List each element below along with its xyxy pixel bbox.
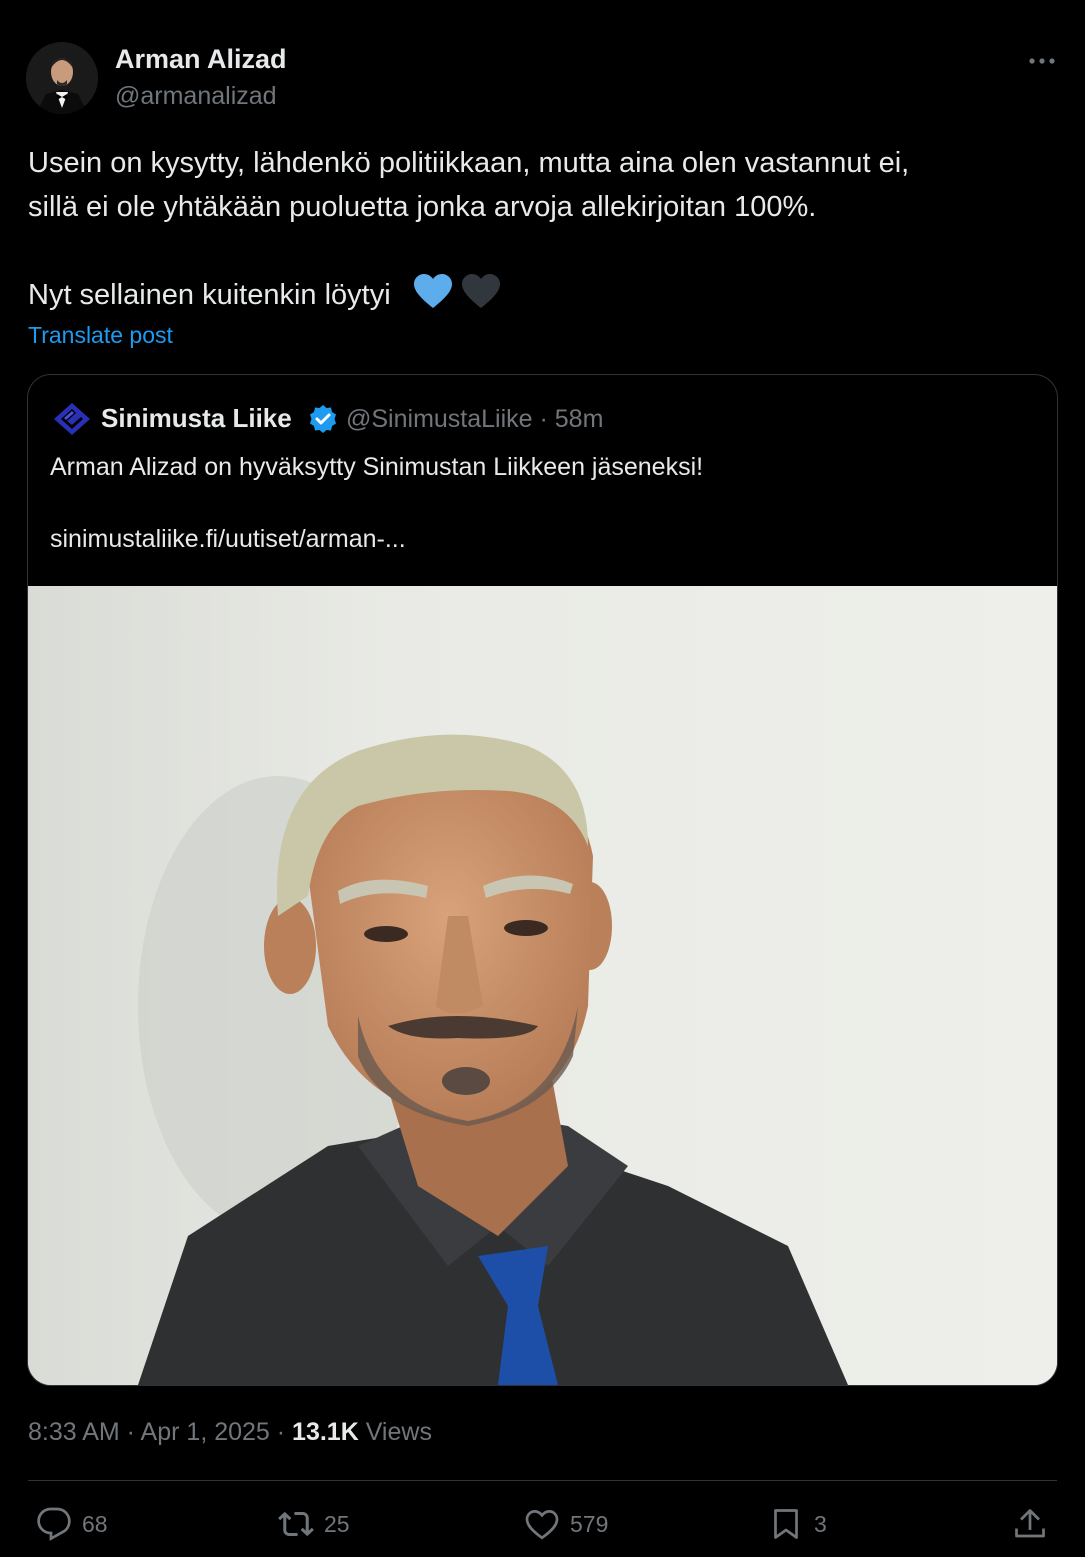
- translate-post-link[interactable]: Translate post: [28, 322, 173, 349]
- bookmark-icon: [774, 1509, 798, 1539]
- like-button[interactable]: 579: [524, 1504, 608, 1544]
- post-text-line-2: sillä ei ole yhtäkään puoluetta jonka ar…: [28, 191, 817, 223]
- repost-count: 25: [324, 1510, 350, 1537]
- post-text-line-1: Usein on kysytty, lähdenkö politiikkaan,…: [28, 147, 910, 179]
- verified-badge-icon: [308, 404, 338, 434]
- repost-button[interactable]: 25: [278, 1504, 350, 1544]
- avatar[interactable]: [26, 42, 98, 114]
- views-label: Views: [358, 1418, 432, 1446]
- blue-heart-icon: [413, 274, 452, 308]
- post-meta: 8:33 AM · Apr 1, 2025 · 13.1K Views: [28, 1418, 432, 1447]
- quoted-author-name[interactable]: Sinimusta Liike: [101, 403, 292, 434]
- share-button[interactable]: [1012, 1504, 1058, 1544]
- author-handle[interactable]: @armanalizad: [115, 82, 277, 111]
- reply-icon: [37, 1507, 71, 1541]
- quoted-handle-time[interactable]: @SinimustaLiike · 58m: [346, 405, 603, 434]
- post-text-line-3-text: Nyt sellainen kuitenkin löytyi: [28, 279, 391, 311]
- quoted-link[interactable]: sinimustaliike.fi/uutiset/arman-...: [50, 525, 406, 554]
- quoted-text: Arman Alizad on hyväksytty Sinimustan Li…: [50, 453, 704, 481]
- divider: [28, 1480, 1057, 1481]
- bookmark-button[interactable]: 3: [768, 1504, 827, 1544]
- reply-count: 68: [82, 1510, 108, 1537]
- black-heart-icon: [461, 274, 500, 308]
- post-timestamp[interactable]: 8:33 AM · Apr 1, 2025 ·: [28, 1418, 292, 1446]
- quoted-photo[interactable]: [28, 586, 1057, 1385]
- like-count: 579: [570, 1510, 609, 1537]
- share-icon: [1015, 1509, 1045, 1538]
- like-icon: [525, 1510, 559, 1540]
- reply-button[interactable]: 68: [36, 1504, 108, 1544]
- quoted-post[interactable]: Sinimusta Liike @SinimustaLiike · 58m Ar…: [27, 374, 1058, 1386]
- bookmark-count: 3: [814, 1510, 827, 1537]
- repost-icon: [278, 1511, 314, 1537]
- views-count: 13.1K: [292, 1418, 359, 1446]
- author-name[interactable]: Arman Alizad: [115, 44, 287, 75]
- post-text-line-3: Nyt sellainen kuitenkin löytyi 💙🖤: [28, 273, 501, 326]
- sinimusta-logo-icon: [52, 401, 92, 437]
- more-icon[interactable]: [1026, 50, 1058, 72]
